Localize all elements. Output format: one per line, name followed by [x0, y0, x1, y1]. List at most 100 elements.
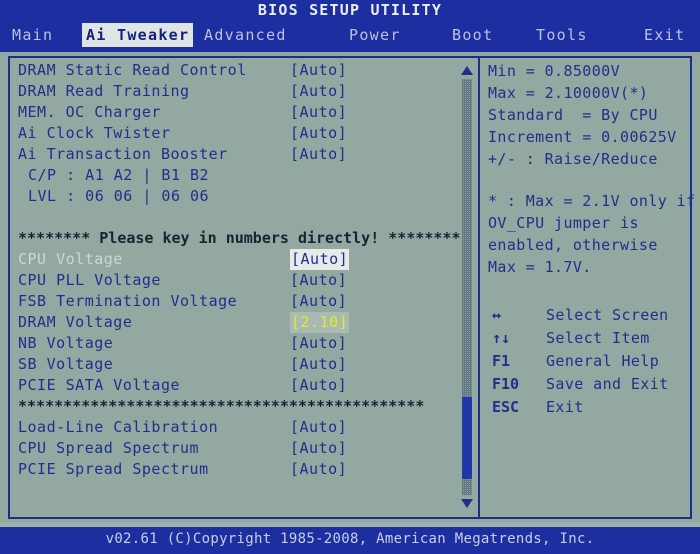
setting-value[interactable]: [Auto]: [290, 438, 347, 459]
setting-label: CPU PLL Voltage: [18, 271, 161, 289]
settings-row[interactable]: NB Voltage [Auto]: [12, 333, 452, 354]
setting-value[interactable]: [Auto]: [290, 102, 347, 123]
legend-description: Select Screen: [546, 306, 669, 324]
setting-value[interactable]: [Auto]: [290, 417, 347, 438]
tab-power[interactable]: Power: [345, 23, 405, 47]
setting-label: DRAM Read Training: [18, 82, 190, 100]
triangle-up-icon[interactable]: [461, 66, 473, 75]
scrollbar-thumb[interactable]: [462, 397, 472, 479]
legend-row: F10 Save and Exit: [488, 373, 688, 396]
settings-row[interactable]: DRAM Static Read Control [Auto]: [12, 60, 452, 81]
bios-setup-screen: BIOS SETUP UTILITY Main Ai Tweaker Advance…: [0, 0, 700, 554]
settings-row[interactable]: Ai Transaction Booster [Auto]: [12, 144, 452, 165]
content-frame: DRAM Static Read Control [Auto] DRAM Read …: [0, 52, 700, 522]
setting-value[interactable]: [Auto]: [290, 249, 350, 270]
help-note-line: OV_CPU jumper is: [488, 214, 639, 232]
legend-key: ↔: [492, 306, 502, 324]
settings-row[interactable]: FSB Termination Voltage [Auto]: [12, 291, 452, 312]
settings-row[interactable]: CPU Spread Spectrum [Auto]: [12, 438, 452, 459]
help-note-line: Max = 1.7V.: [488, 258, 592, 276]
help-note-line: enabled, otherwise: [488, 236, 658, 254]
setting-value[interactable]: [Auto]: [290, 123, 347, 144]
help-line: +/- : Raise/Reduce: [488, 150, 658, 168]
settings-row[interactable]: C/P : A1 A2 | B1 B2: [12, 165, 452, 186]
legend-description: Select Item: [546, 329, 650, 347]
settings-row[interactable]: PCIE SATA Voltage [Auto]: [12, 375, 452, 396]
setting-value[interactable]: [Auto]: [290, 60, 347, 81]
settings-scrollbar[interactable]: [460, 64, 474, 510]
setting-value[interactable]: [Auto]: [290, 270, 347, 291]
legend-description: General Help: [546, 352, 660, 370]
settings-row[interactable]: CPU Voltage [Auto]: [12, 249, 452, 270]
setting-label: DRAM Static Read Control: [18, 61, 247, 79]
help-line: Min = 0.85000V: [488, 62, 621, 80]
setting-label: LVL : 06 06 | 06 06: [28, 187, 210, 205]
setting-label: Load-Line Calibration: [18, 418, 219, 436]
setting-value[interactable]: [Auto]: [290, 81, 347, 102]
settings-separator: [12, 207, 452, 228]
legend-row: ↔ Select Screen: [488, 304, 688, 327]
help-note-line: * : Max = 2.1V only if: [488, 192, 696, 210]
setting-label: DRAM Voltage: [18, 313, 133, 331]
footer-bar: v02.61 (C)Copyright 1985-2008, American …: [0, 527, 700, 554]
setting-label: PCIE SATA Voltage: [18, 376, 181, 394]
help-line: Standard = By CPU: [488, 106, 658, 124]
frame-border-top: [8, 56, 692, 58]
settings-row[interactable]: PCIE Spread Spectrum [Auto]: [12, 459, 452, 480]
triangle-down-icon[interactable]: [461, 499, 473, 508]
tab-ai-tweaker[interactable]: Ai Tweaker: [82, 23, 194, 47]
settings-list: DRAM Static Read Control [Auto] DRAM Read …: [12, 60, 461, 510]
setting-label: NB Voltage: [18, 334, 114, 352]
legend-row: ↑↓ Select Item: [488, 327, 688, 350]
settings-row[interactable]: Load-Line Calibration [Auto]: [12, 417, 452, 438]
settings-separator: ******** Please key in numbers directly!…: [12, 228, 461, 249]
setting-label: ****************************************…: [18, 397, 425, 415]
setting-label: PCIE Spread Spectrum: [18, 460, 209, 478]
help-line: Max = 2.10000V(*): [488, 84, 649, 102]
copyright-text: v02.61 (C)Copyright 1985-2008, American …: [105, 531, 595, 547]
help-spacer: [488, 170, 688, 190]
settings-row[interactable]: DRAM Voltage [2.10]: [12, 312, 452, 333]
legend-key: F1: [492, 352, 511, 370]
legend-key: ↑↓: [492, 329, 511, 347]
setting-value[interactable]: [2.10]: [290, 312, 350, 333]
legend-spacer: [488, 278, 688, 304]
tab-advanced[interactable]: Advanced: [200, 23, 291, 47]
setting-label: FSB Termination Voltage: [18, 292, 238, 310]
setting-label: MEM. OC Charger: [18, 103, 161, 121]
title-bar: BIOS SETUP UTILITY: [0, 0, 700, 20]
tab-exit[interactable]: Exit: [640, 23, 689, 47]
legend-description: Exit: [546, 398, 584, 416]
help-panel: Min = 0.85000V Max = 2.10000V(*) Standard …: [488, 60, 696, 510]
legend-row: F1 General Help: [488, 350, 688, 373]
setting-label: SB Voltage: [18, 355, 114, 373]
frame-border-right: [690, 56, 692, 519]
settings-row[interactable]: Ai Clock Twister [Auto]: [12, 123, 452, 144]
setting-value[interactable]: [Auto]: [290, 459, 347, 480]
legend-key: F10: [492, 375, 520, 393]
setting-value[interactable]: [Auto]: [290, 144, 347, 165]
settings-row[interactable]: LVL : 06 06 | 06 06: [12, 186, 452, 207]
setting-value[interactable]: [Auto]: [290, 375, 347, 396]
tab-main[interactable]: Main: [8, 23, 57, 47]
settings-row[interactable]: DRAM Read Training [Auto]: [12, 81, 452, 102]
legend-row: ESC Exit: [488, 396, 688, 419]
setting-label: C/P : A1 A2 | B1 B2: [28, 166, 210, 184]
frame-border-left: [8, 56, 10, 519]
setting-value[interactable]: [Auto]: [290, 333, 347, 354]
frame-border-bottom: [8, 517, 692, 519]
page-title: BIOS SETUP UTILITY: [257, 1, 443, 19]
setting-label: CPU Voltage: [18, 250, 123, 268]
tab-bar[interactable]: Main Ai Tweaker Advanced Power Boot Tools Exit: [0, 20, 700, 52]
setting-label: Ai Transaction Booster: [18, 145, 228, 163]
setting-label: ******** Please key in numbers directly!…: [18, 229, 461, 247]
panel-divider: [478, 56, 480, 519]
tab-tools[interactable]: Tools: [532, 23, 592, 47]
setting-value[interactable]: [Auto]: [290, 354, 347, 375]
settings-row[interactable]: MEM. OC Charger [Auto]: [12, 102, 452, 123]
legend-description: Save and Exit: [546, 375, 669, 393]
settings-row[interactable]: SB Voltage [Auto]: [12, 354, 452, 375]
setting-value[interactable]: [Auto]: [290, 291, 347, 312]
tab-boot[interactable]: Boot: [448, 23, 497, 47]
settings-row[interactable]: CPU PLL Voltage [Auto]: [12, 270, 452, 291]
